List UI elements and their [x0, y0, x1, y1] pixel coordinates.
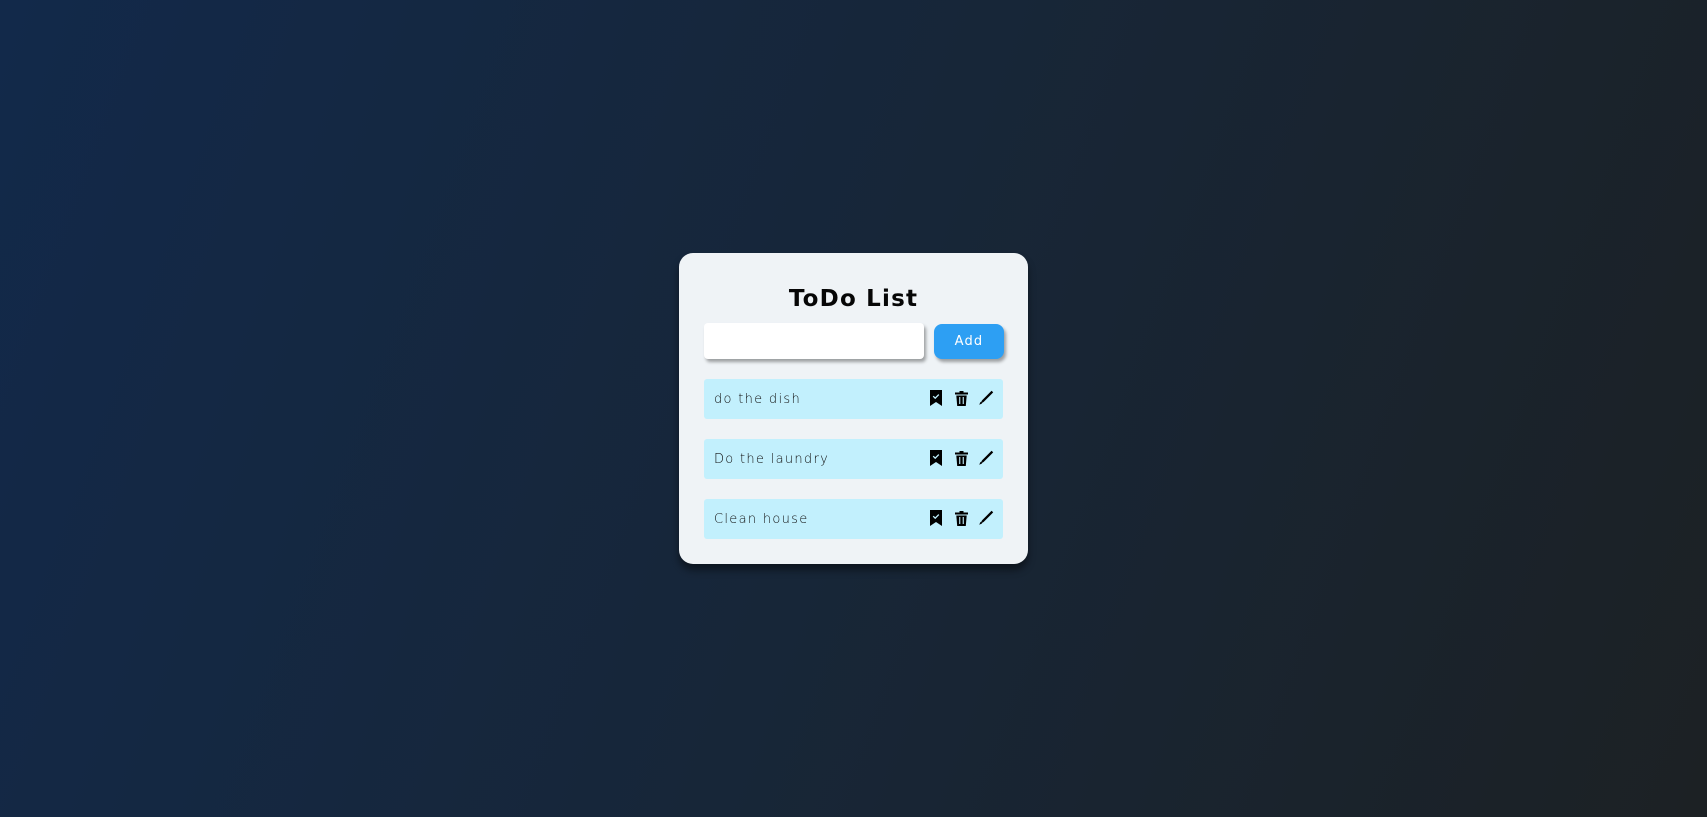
pencil-icon[interactable]: [978, 389, 994, 407]
task-actions: [928, 509, 994, 527]
task-input[interactable]: [704, 323, 924, 359]
task-list: do the dish Do the laundry Clean house: [704, 379, 1003, 559]
task-text: Do the laundry: [714, 451, 830, 467]
page-title: ToDo List: [788, 286, 919, 312]
task-text: do the dish: [714, 391, 801, 407]
todo-card: ToDo List Add do the dish Do the laundry: [679, 253, 1028, 564]
bookmark-check-icon[interactable]: [928, 389, 944, 407]
task-actions: [928, 449, 994, 467]
trash-icon[interactable]: [953, 509, 969, 527]
pencil-icon[interactable]: [978, 449, 994, 467]
trash-icon[interactable]: [953, 389, 969, 407]
task-item: do the dish: [704, 379, 1003, 419]
task-item: Clean house: [704, 499, 1003, 539]
task-text: Clean house: [714, 511, 809, 527]
bookmark-check-icon[interactable]: [928, 509, 944, 527]
add-button[interactable]: Add: [934, 324, 1004, 359]
bookmark-check-icon[interactable]: [928, 449, 944, 467]
task-actions: [928, 389, 994, 407]
trash-icon[interactable]: [953, 449, 969, 467]
pencil-icon[interactable]: [978, 509, 994, 527]
task-item: Do the laundry: [704, 439, 1003, 479]
